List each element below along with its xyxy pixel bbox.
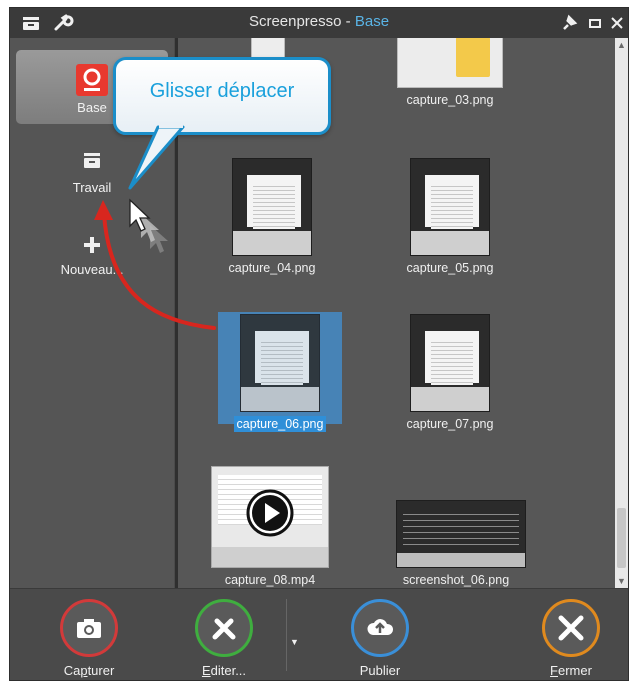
thumbnail-image: [211, 466, 329, 568]
callout-text: Glisser déplacer: [149, 80, 295, 102]
sidebar-item-label: Nouveau...: [60, 262, 124, 277]
publish-button-label: Publier: [359, 663, 401, 678]
sidebar-item-label: Travail: [72, 180, 112, 195]
publish-button[interactable]: Publier: [345, 599, 415, 678]
scrollbar-thumb[interactable]: [617, 508, 626, 568]
thumbnail-filename: screenshot_06.png: [402, 573, 510, 587]
pin-icon[interactable]: [558, 12, 580, 34]
title-bar: Screenpresso - Base: [10, 8, 628, 38]
thumbnail-filename: capture_04.png: [228, 261, 316, 275]
thumbnail-filename: capture_07.png: [406, 417, 494, 431]
action-toolbar: Capturer Editer... ▼ Publier Fermer: [10, 588, 628, 680]
screenpresso-logo-icon: [76, 64, 108, 96]
workspace-drawer-icon: [81, 150, 103, 172]
scroll-up-icon[interactable]: ▲: [615, 38, 628, 52]
title-workspace-name: Base: [354, 13, 390, 30]
maximize-icon[interactable]: [584, 12, 606, 34]
plus-icon: [81, 234, 103, 256]
thumbnail-image: [240, 314, 320, 412]
file-thumbnail[interactable]: capture_03.png: [390, 38, 510, 109]
drag-drop-callout: Glisser déplacer: [113, 57, 331, 135]
thumbnail-filename: capture_06.png: [233, 416, 327, 432]
chevron-down-icon[interactable]: ▼: [290, 637, 299, 647]
publish-button-ring: [351, 599, 409, 657]
thumbnail-image: [397, 38, 503, 88]
sidebar-item-nouveau[interactable]: Nouveau...: [16, 234, 168, 294]
thumbnail-image: [410, 314, 490, 412]
vertical-scrollbar[interactable]: ▲ ▼: [615, 38, 628, 588]
file-thumbnail[interactable]: capture_07.png: [390, 314, 510, 433]
title-app-name: Screenpresso: [248, 13, 342, 30]
capture-button-label: Capturer: [63, 663, 115, 678]
scroll-down-icon[interactable]: ▼: [615, 574, 628, 588]
edit-button-ring: [195, 599, 253, 657]
close-button-ring: [542, 599, 600, 657]
title-separator: -: [345, 13, 351, 30]
thumbnail-image: [410, 158, 490, 256]
thumbnail-image: [396, 500, 526, 568]
file-thumbnail[interactable]: capture_04.png: [212, 158, 332, 277]
close-button[interactable]: Fermer: [536, 599, 606, 678]
close-button-label: Fermer: [550, 663, 592, 678]
thumbnail-image: [232, 158, 312, 256]
capture-button[interactable]: Capturer: [54, 599, 124, 678]
edit-dropdown-divider: [286, 599, 287, 671]
edit-button-label: Editer...: [201, 663, 247, 678]
file-thumbnail-selected[interactable]: capture_06.png: [220, 314, 340, 433]
thumbnail-filename: capture_03.png: [406, 93, 494, 107]
file-thumbnail[interactable]: capture_05.png: [390, 158, 510, 277]
thumbnail-filename: capture_05.png: [406, 261, 494, 275]
thumbnail-filename: capture_08.mp4: [224, 573, 316, 587]
capture-button-ring: [60, 599, 118, 657]
sidebar-item-travail[interactable]: Travail: [16, 150, 168, 210]
edit-button[interactable]: Editer...: [189, 599, 259, 678]
file-thumbnail-video[interactable]: capture_08.mp4: [210, 466, 330, 588]
play-icon[interactable]: [246, 489, 294, 537]
file-thumbnail[interactable]: screenshot_06.png: [396, 500, 526, 588]
window-title: Screenpresso - Base: [10, 13, 628, 30]
close-window-icon[interactable]: [606, 12, 628, 34]
